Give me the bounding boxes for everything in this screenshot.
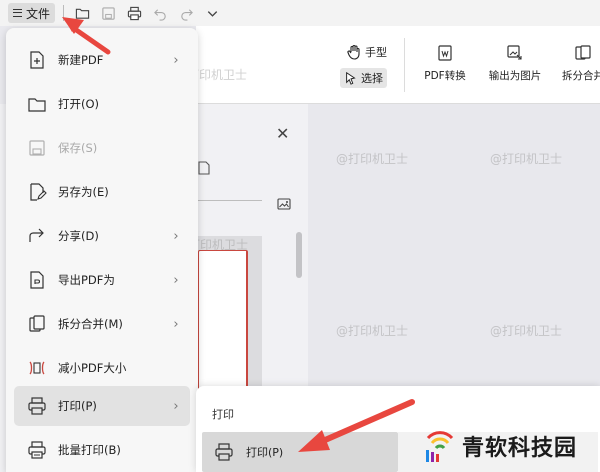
hamburger-icon: [13, 9, 22, 17]
export-image-label: 输出为图片: [488, 70, 542, 82]
menu-item-new-pdf[interactable]: 新建PDF ›: [14, 40, 190, 80]
document-icon: [198, 161, 210, 175]
chevron-right-icon: ›: [173, 398, 179, 414]
menu-item-open[interactable]: 打开(O): [14, 84, 190, 124]
select-tool-label: 选择: [361, 72, 383, 85]
chevron-right-icon: ›: [173, 272, 179, 288]
export-image-button[interactable]: 输出为图片: [480, 44, 550, 83]
pdf-convert-label: PDF转换: [424, 70, 466, 82]
menu-item-label: 导出PDF为: [58, 273, 115, 287]
menu-item-save-as[interactable]: 另存为(E): [14, 172, 190, 212]
save-as-icon: [26, 181, 48, 203]
split-merge-ribbon-button[interactable]: 拆分合并: [548, 44, 600, 83]
print-icon: [214, 441, 236, 463]
close-icon[interactable]: ✕: [276, 124, 289, 143]
file-menu-button[interactable]: 文件: [8, 3, 56, 23]
redo-icon[interactable]: [176, 3, 196, 23]
menu-item-split-merge[interactable]: 拆分合并(M) ›: [14, 304, 190, 344]
menu-item-batch-print[interactable]: 批量打印(B): [14, 430, 190, 470]
split-merge-icon: [26, 313, 48, 335]
toolbar-divider: [63, 5, 65, 21]
submenu-heading: 打印: [212, 408, 234, 421]
hand-tool-label: 手型: [365, 46, 387, 59]
cursor-icon: [346, 71, 356, 85]
chevron-down-icon[interactable]: [202, 3, 222, 23]
save-icon[interactable]: [98, 3, 118, 23]
select-tool-button[interactable]: 选择: [340, 68, 387, 88]
chevron-right-icon: ›: [173, 316, 179, 332]
menu-item-label: 另存为(E): [58, 185, 109, 199]
menu-item-compress[interactable]: 减小PDF大小: [14, 348, 190, 388]
brand-logo-icon: [426, 431, 454, 462]
menu-item-label: 批量打印(B): [58, 443, 121, 457]
submenu-print-label: 打印(P): [246, 446, 284, 459]
menu-item-label: 打印(P): [58, 399, 97, 413]
batch-print-icon: [26, 439, 48, 461]
print-icon: [26, 395, 48, 417]
split-merge-ribbon-label: 拆分合并: [562, 70, 600, 82]
menu-item-label: 拆分合并(M): [58, 317, 123, 331]
hand-tool-button[interactable]: 手型: [346, 44, 387, 60]
split-merge-icon: [575, 45, 591, 60]
menu-item-label: 新建PDF: [58, 53, 104, 67]
save-icon: [26, 137, 48, 159]
open-icon: [26, 93, 48, 115]
ribbon-divider: [404, 38, 405, 92]
brand-name: 青软科技园: [462, 436, 578, 461]
image-icon[interactable]: [276, 196, 292, 212]
menu-item-export-pdf[interactable]: 导出PDF为 ›: [14, 260, 190, 300]
chevron-right-icon: ›: [173, 228, 179, 244]
compress-icon: [26, 357, 48, 379]
pdf-convert-icon: [438, 45, 452, 61]
file-menu-label: 文件: [26, 6, 51, 21]
export-image-icon: [507, 45, 522, 60]
submenu-print-button[interactable]: 打印(P): [202, 432, 398, 472]
menu-item-share[interactable]: 分享(D) ›: [14, 216, 190, 256]
file-menu: 新建PDF › 打开(O) 保存(S) 另存为(E) 分享(D) › 导出PDF…: [6, 28, 198, 472]
menu-item-print[interactable]: 打印(P) ›: [14, 386, 190, 426]
panel-scrollbar[interactable]: [296, 232, 302, 278]
ribbon: 手型 选择 PDF转换 输出为图片 拆分合并: [196, 26, 600, 104]
menu-item-save[interactable]: 保存(S): [14, 128, 190, 168]
undo-icon[interactable]: [150, 3, 170, 23]
print-icon[interactable]: [124, 3, 144, 23]
menu-item-label: 保存(S): [58, 141, 98, 155]
open-folder-icon[interactable]: [72, 3, 92, 23]
hand-icon: [347, 44, 360, 60]
chevron-right-icon: ›: [173, 52, 179, 68]
new-pdf-icon: [26, 49, 48, 71]
share-icon: [26, 225, 48, 247]
menu-item-label: 减小PDF大小: [58, 361, 127, 375]
export-pdf-icon: [26, 269, 48, 291]
panel-divider: [196, 200, 262, 201]
menu-item-label: 分享(D): [58, 229, 99, 243]
pdf-convert-button[interactable]: PDF转换: [410, 44, 480, 83]
menu-item-label: 打开(O): [58, 97, 100, 111]
brand-watermark: 青软科技园: [422, 428, 577, 464]
quick-access-toolbar: 文件: [0, 0, 600, 26]
